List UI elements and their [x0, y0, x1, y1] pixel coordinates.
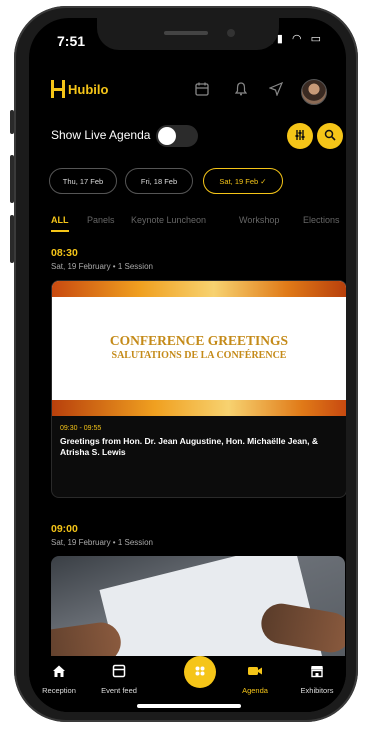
session-card[interactable]: CONFERENCE GREETINGS SALUTATIONS DE LA C…	[51, 280, 346, 498]
menu-grid-icon	[194, 664, 206, 680]
section-meta: Sat, 19 February • 1 Session	[51, 538, 153, 547]
live-agenda-label: Show Live Agenda	[51, 128, 151, 142]
banner-subtitle: SALUTATIONS DE LA CONFÉRENCE	[111, 350, 287, 361]
session-time-range: 09:30 - 09:55	[60, 425, 102, 432]
toggle-knob	[158, 127, 176, 145]
hubilo-logo[interactable]: Hubilo	[51, 80, 108, 98]
session-title: Greetings from Hon. Dr. Jean Augustine, …	[60, 436, 319, 457]
tab-elections[interactable]: Elections	[303, 215, 340, 225]
nav-exhibitors[interactable]: Exhibitors	[287, 664, 346, 695]
nav-event-feed[interactable]: Event feed	[89, 664, 149, 695]
filter-icon	[294, 129, 306, 144]
video-camera-icon	[225, 664, 285, 682]
filter-button[interactable]	[287, 123, 313, 149]
session-card-image[interactable]	[51, 556, 345, 668]
banner-stripe-top	[52, 281, 346, 297]
date-chip-fri[interactable]: Fri, 18 Feb	[125, 168, 193, 194]
nav-agenda[interactable]: Agenda	[225, 664, 285, 695]
tab-all[interactable]: ALL	[51, 215, 69, 225]
nav-label: Event feed	[101, 686, 137, 695]
home-indicator[interactable]	[137, 704, 241, 708]
active-tab-indicator	[51, 230, 69, 232]
top-bar: Hubilo	[29, 76, 346, 112]
camera	[227, 29, 235, 37]
tab-keynote-luncheon[interactable]: Keynote Luncheon	[131, 215, 206, 225]
search-icon	[324, 129, 336, 144]
store-icon	[287, 664, 346, 682]
nav-label: Reception	[42, 686, 76, 695]
notch	[97, 18, 279, 50]
hubilo-logo-mark	[51, 80, 65, 98]
nav-label: Exhibitors	[300, 686, 334, 695]
section-time: 09:00	[51, 523, 78, 535]
category-tabs: ALL Panels Keynote Luncheon Workshop Ele…	[51, 215, 346, 233]
tab-panels[interactable]: Panels	[87, 215, 115, 225]
section-meta: Sat, 19 February • 1 Session	[51, 262, 153, 271]
banner-title: CONFERENCE GREETINGS	[109, 333, 289, 348]
date-chip-thu[interactable]: Thu, 17 Feb	[49, 168, 117, 194]
avatar[interactable]	[301, 79, 327, 105]
volume-down-button	[10, 215, 14, 263]
send-icon[interactable]	[268, 81, 284, 99]
date-chip-sat[interactable]: Sat, 19 Feb ✓	[203, 168, 283, 194]
nav-label: Agenda	[242, 686, 268, 695]
volume-up-button	[10, 155, 14, 203]
calendar-icon[interactable]	[195, 82, 209, 99]
speaker	[164, 31, 208, 35]
banner-stripe-bottom	[52, 400, 346, 416]
nav-reception[interactable]: Reception	[29, 664, 89, 695]
home-icon	[29, 664, 89, 682]
side-button	[10, 110, 14, 134]
feed-icon	[89, 664, 149, 682]
search-button[interactable]	[317, 123, 343, 149]
live-agenda-row: Show Live Agenda	[51, 122, 343, 150]
clock: 7:51	[57, 33, 86, 49]
app-screen: 7:51 ▮▮ ◠ ▭ Hubilo Show Live Agenda Thu,…	[29, 18, 346, 712]
bell-icon[interactable]	[234, 82, 248, 99]
tab-workshop[interactable]: Workshop	[239, 215, 279, 225]
section-time: 08:30	[51, 247, 78, 259]
live-agenda-toggle[interactable]	[156, 125, 198, 147]
menu-grid-button[interactable]	[184, 656, 216, 688]
brand-name: Hubilo	[68, 81, 109, 97]
session-banner: CONFERENCE GREETINGS SALUTATIONS DE LA C…	[52, 281, 346, 416]
